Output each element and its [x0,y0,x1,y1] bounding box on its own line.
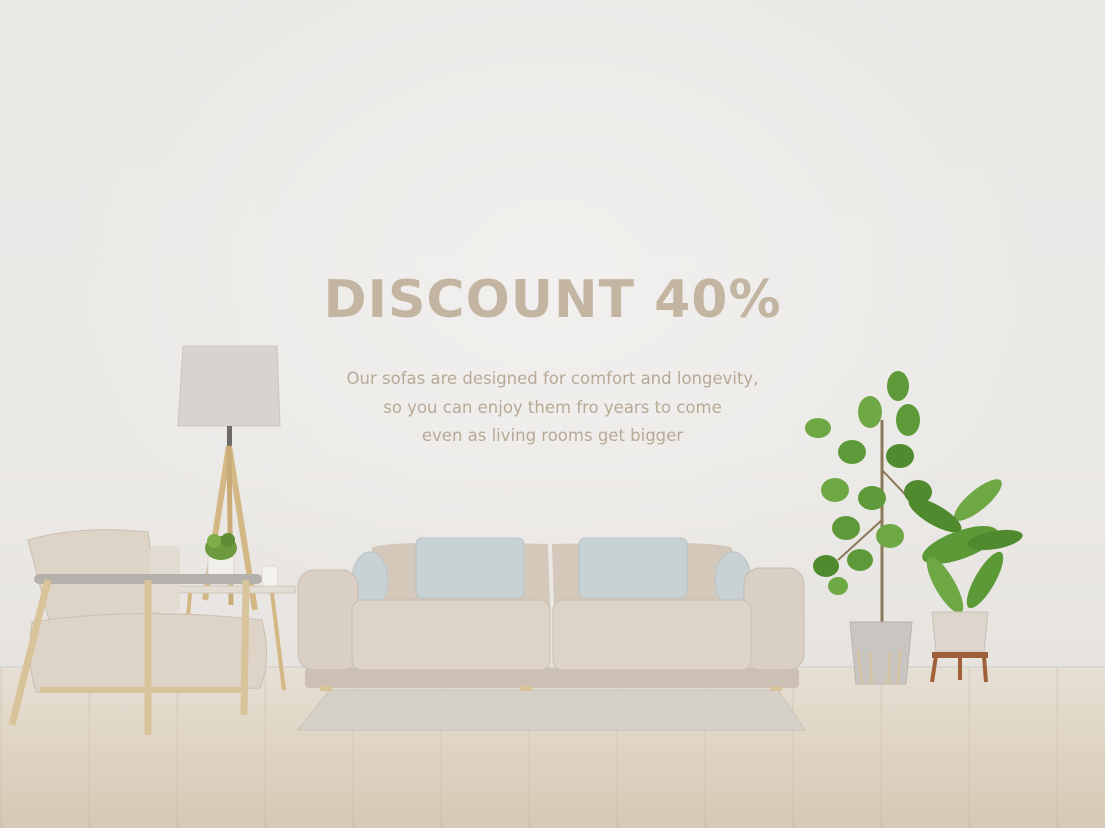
discount-headline: DISCOUNT 40% [323,270,782,330]
sofa [297,537,805,691]
description-line: Our sofas are designed for comfort and l… [346,369,759,388]
description-line: so you can enjoy them fro years to come [383,397,722,417]
rug [296,689,806,731]
banner-description: Our sofas are designed for comfort and l… [280,365,825,451]
hero-banner: DISCOUNT 40% Our sofas are designed for … [0,0,1105,828]
description-line: even as living rooms get bigger [421,426,684,445]
small-plant [908,479,1023,683]
